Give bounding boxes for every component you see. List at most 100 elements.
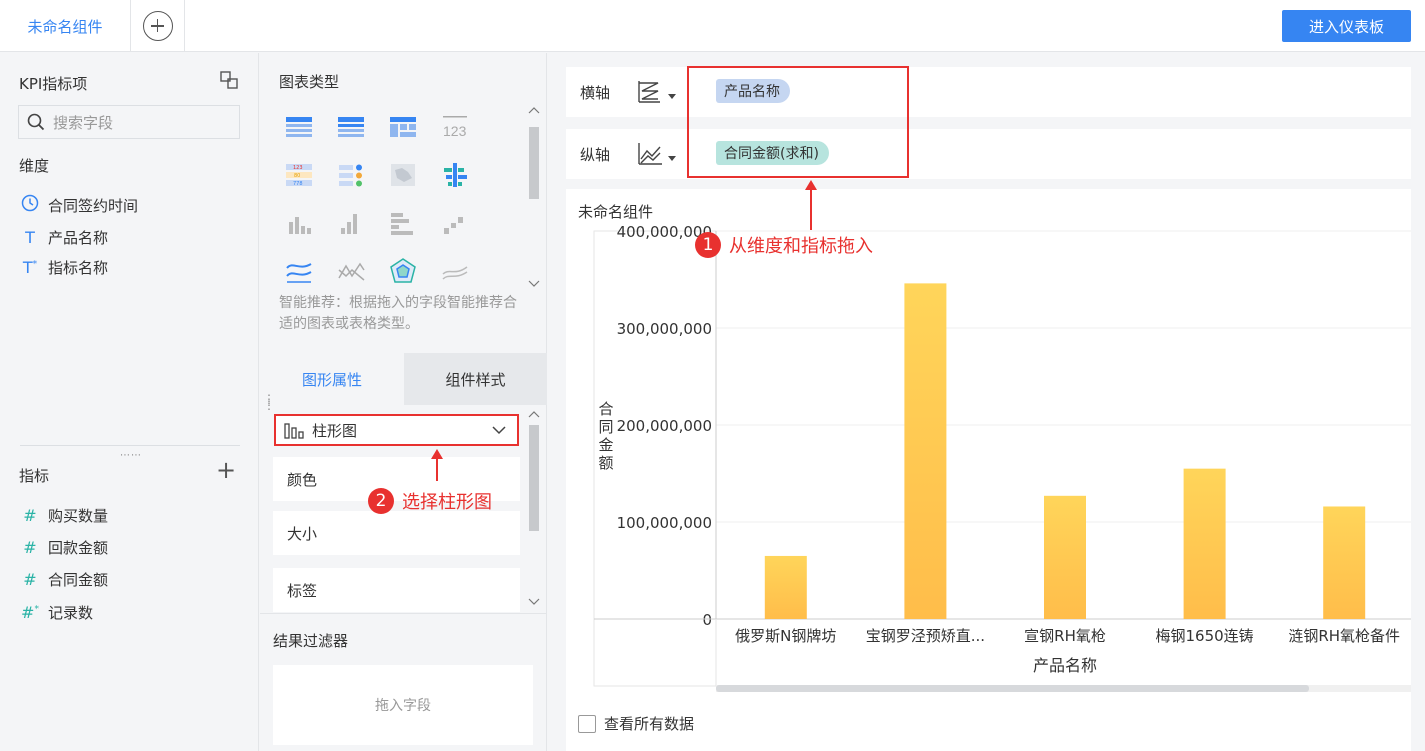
area-chart-icon[interactable]: [440, 256, 470, 286]
enter-dashboard-button[interactable]: 进入仪表板: [1282, 10, 1411, 42]
chart-type-scrollbar[interactable]: [525, 105, 543, 295]
y-tick-label: 0: [702, 611, 712, 629]
annotation-number: 2: [368, 488, 394, 514]
kpi-card-icon[interactable]: 123 80 778: [284, 160, 314, 190]
bar-chart-icon[interactable]: [284, 208, 314, 238]
radar-chart-icon[interactable]: [388, 256, 418, 286]
bar: [1044, 495, 1086, 619]
checkbox-icon: [578, 714, 596, 733]
view-all-data-checkbox[interactable]: 查看所有数据: [578, 713, 694, 734]
y-axis-title-char: 合: [598, 400, 613, 418]
bar-chart-alt-icon[interactable]: [336, 208, 366, 238]
svg-text:123: 123: [443, 123, 467, 139]
annotation-arrow-up-icon: [431, 449, 443, 481]
svg-text:123: 123: [293, 165, 303, 171]
annotation-text: 选择柱形图: [402, 492, 492, 513]
search-field-input[interactable]: 搜索字段: [18, 105, 240, 139]
chart-type-select[interactable]: 柱形图: [274, 414, 519, 446]
result-filter-title: 结果过滤器: [273, 632, 349, 650]
annotation-2: 2 选择柱形图: [368, 488, 492, 514]
dimension-item-product-name[interactable]: T 产品名称: [20, 226, 108, 248]
chart-scroll-thumb: [716, 685, 1309, 692]
view-all-data-label: 查看所有数据: [604, 715, 695, 733]
hash-star-icon: #*: [21, 602, 39, 622]
panel-divider: [20, 445, 240, 446]
dimension-item-metric-name[interactable]: T* 指标名称: [20, 256, 108, 278]
plot-frame: [593, 230, 1411, 687]
x-tick-label: 梅钢1650连铸: [1156, 627, 1254, 645]
x-tick-label: 俄罗斯N钢牌坊: [735, 627, 836, 645]
x-axis-type-icon[interactable]: [636, 79, 682, 105]
metric-label: 购买数量: [48, 506, 109, 525]
y-axis-title-char: 同: [598, 418, 613, 436]
metric-title: 指标: [19, 467, 50, 485]
hash-icon: #: [23, 505, 37, 525]
cross-table-icon[interactable]: [388, 111, 418, 141]
y-axis-title-char: 金: [598, 436, 613, 454]
y-tick-label: 300,000,000: [617, 320, 712, 338]
y-tick-label: 100,000,000: [617, 514, 712, 532]
tab-graphic-properties[interactable]: 图形属性: [260, 353, 404, 405]
metric-item-contract-amount[interactable]: # 合同金额: [20, 568, 108, 590]
tab-unnamed-component[interactable]: 未命名组件: [0, 0, 131, 52]
y-axis-type-icon[interactable]: [636, 141, 682, 167]
drag-handle-icon[interactable]: ⋮ ⋮: [263, 393, 275, 411]
annotation-1: 1 从维度和指标拖入: [695, 232, 873, 258]
annotation-number: 1: [695, 232, 721, 258]
field-panel: KPI指标项 搜索字段 维度 合同签约时间 T 产品名称 T* 指标名称 ⋯⋯ …: [0, 53, 259, 751]
metric-item-payment-amount[interactable]: # 回款金额: [20, 536, 108, 558]
number-icon[interactable]: 123: [440, 111, 470, 141]
text-star-icon: T*: [22, 257, 38, 277]
property-scrollbar[interactable]: [525, 405, 543, 613]
resize-grip-icon[interactable]: ⋯⋯: [120, 450, 142, 461]
metric-label: 合同金额: [48, 570, 109, 589]
dimension-item-contract-time[interactable]: 合同签约时间: [20, 194, 138, 216]
bar-chart-icon: [284, 423, 304, 439]
annotation-arrow-up-icon: [805, 180, 817, 230]
chart-area: 横轴 产品名称 纵轴 合同金额(求和) 未命名组件 0 100,000,000 20…: [548, 53, 1425, 751]
filter-drop-zone[interactable]: 拖入字段: [273, 665, 533, 745]
bar: [904, 283, 947, 619]
add-metric-icon[interactable]: +: [216, 458, 236, 482]
bar: [1183, 468, 1226, 619]
search-icon: [27, 113, 45, 131]
hash-icon: #: [23, 569, 37, 589]
annotation-text: 从维度和指标拖入: [729, 236, 873, 257]
table-icon[interactable]: [284, 111, 314, 141]
svg-text:80: 80: [294, 173, 300, 179]
metric-item-record-count[interactable]: #* 记录数: [20, 601, 93, 623]
search-placeholder: 搜索字段: [53, 113, 114, 132]
dimension-label: 合同签约时间: [48, 196, 139, 215]
horizontal-bar-icon[interactable]: [388, 208, 418, 238]
tab-component-style[interactable]: 组件样式: [404, 353, 547, 405]
bar-chart: 0100,000,000200,000,000300,000,000400,00…: [593, 223, 1411, 692]
x-tick-label: 宣钢RH氧枪: [1024, 627, 1106, 645]
hash-icon: #: [23, 537, 37, 557]
y-axis-label: 纵轴: [580, 146, 611, 164]
dimension-title: 维度: [19, 157, 50, 175]
chart-select-value: 柱形图: [312, 421, 358, 440]
x-tick-label: 涟钢RH氧枪备件: [1288, 627, 1400, 645]
polyline-chart-icon[interactable]: [336, 256, 366, 286]
map-icon[interactable]: [388, 160, 418, 190]
grouped-table-icon[interactable]: [336, 111, 366, 141]
plus-circle-icon: [142, 11, 173, 41]
line-chart-icon[interactable]: [284, 256, 314, 286]
kpi-title: KPI指标项: [19, 75, 88, 93]
metric-item-purchase-qty[interactable]: # 购买数量: [20, 504, 108, 526]
dimension-label: 指标名称: [48, 258, 109, 277]
property-tabs: 图形属性 组件样式: [260, 353, 547, 405]
switch-dataset-icon[interactable]: [219, 70, 239, 90]
heat-table-icon[interactable]: [440, 160, 470, 190]
property-size[interactable]: 大小: [273, 511, 520, 555]
smart-recommend-hint: 智能推荐：根据拖入的字段智能推荐合适的图表或表格类型。: [279, 295, 517, 332]
add-tab-button[interactable]: [131, 0, 185, 52]
waterfall-icon[interactable]: [440, 208, 470, 238]
chart-card: 未命名组件 0 100,000,000 200,000,000 300,000,000…: [566, 189, 1411, 751]
dot-kpi-icon[interactable]: [336, 160, 366, 190]
text-icon: T: [25, 227, 35, 247]
section-divider: [260, 613, 547, 614]
clock-icon: [20, 194, 40, 216]
property-label[interactable]: 标签: [273, 568, 520, 612]
chart-type-title: 图表类型: [279, 73, 340, 91]
